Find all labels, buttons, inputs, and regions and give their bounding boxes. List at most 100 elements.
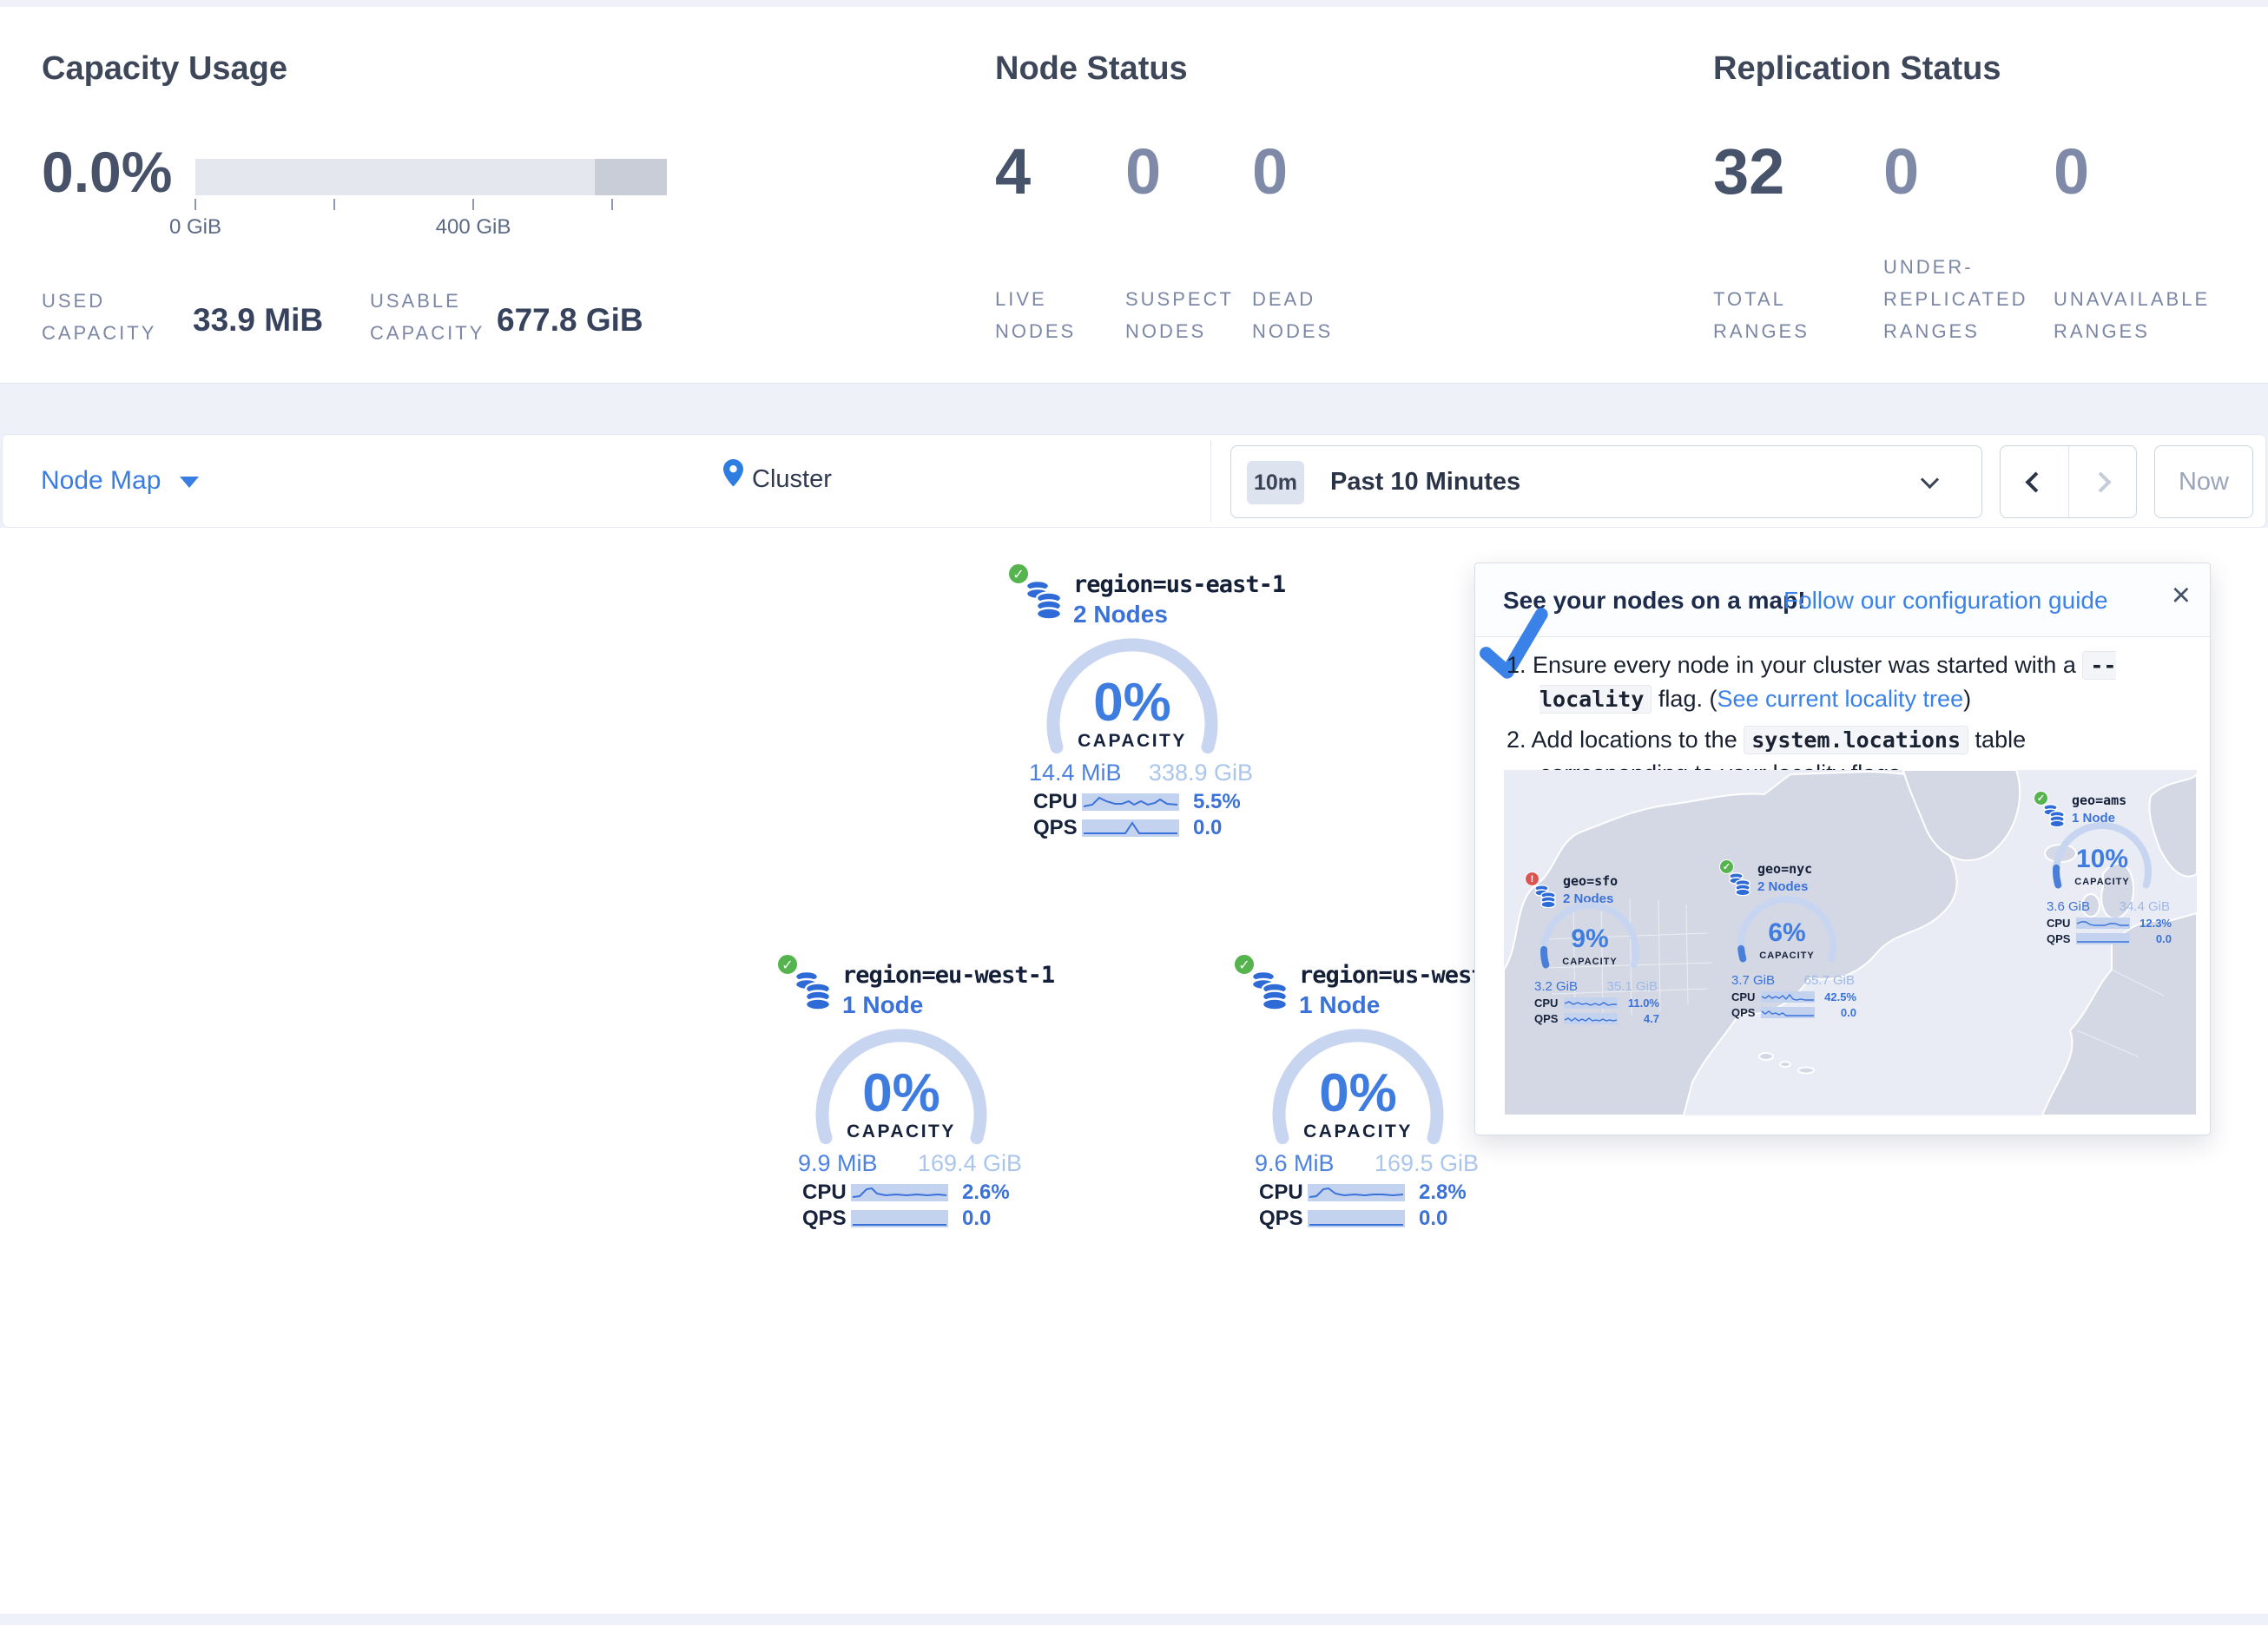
map-node-name: geo=ams bbox=[2072, 793, 2126, 808]
time-next-button[interactable] bbox=[2068, 446, 2137, 517]
qps-sparkline bbox=[851, 1210, 948, 1227]
capacity-used-value: 14.4 MiB bbox=[1029, 760, 1122, 786]
capacity-total-value: 35.1 GiB bbox=[1607, 979, 1658, 994]
region-card-us-west-1[interactable]: ✓ region=us-west-1 1 Node 0% CAPACITY 9.… bbox=[1226, 951, 1495, 1247]
configuration-guide-link[interactable]: Follow our configuration guide bbox=[1783, 587, 2108, 615]
capacity-label: CAPACITY bbox=[2046, 877, 2159, 887]
view-mode-select[interactable]: Node Map bbox=[41, 466, 161, 496]
view-toolbar: Node Map Cluster 10m Past 10 Minutes Now bbox=[2, 434, 2266, 528]
cpu-value: 42.5% bbox=[1824, 990, 1856, 1003]
cpu-label: CPU bbox=[1731, 990, 1761, 1003]
cpu-value: 5.5% bbox=[1193, 790, 1241, 814]
cpu-sparkline bbox=[2076, 918, 2130, 929]
capacity-percent: 9% bbox=[1533, 924, 1646, 954]
region-name: region=us-east-1 bbox=[1073, 571, 1285, 598]
setup-step-1: 1. Ensure every node in your cluster was… bbox=[1507, 648, 2168, 716]
location-pin-icon bbox=[723, 459, 743, 487]
step-text: Ensure every node in your cluster was st… bbox=[1533, 652, 2082, 678]
cpu-sparkline bbox=[1082, 793, 1179, 811]
cpu-sparkline bbox=[851, 1184, 948, 1201]
map-node-name: geo=nyc bbox=[1757, 861, 1812, 877]
capacity-used-value: 9.6 MiB bbox=[1255, 1150, 1335, 1177]
map-node-name: geo=sfo bbox=[1563, 873, 1618, 889]
time-range-label: Past 10 Minutes bbox=[1330, 468, 1520, 497]
unavailable-count: 0 bbox=[2054, 137, 2089, 207]
cpu-value: 12.3% bbox=[2139, 917, 2172, 930]
capacity-total-value: 169.5 GiB bbox=[1375, 1150, 1479, 1177]
time-pager bbox=[2000, 445, 2137, 518]
capacity-usage-bar bbox=[195, 159, 667, 195]
under-replicated-label: UNDER-REPLICATED RANGES bbox=[1883, 251, 2057, 347]
step-number: 1. bbox=[1507, 652, 1526, 678]
step-text: ) bbox=[1963, 686, 1971, 712]
chevron-right-icon bbox=[2090, 471, 2111, 492]
qps-sparkline bbox=[1564, 1013, 1618, 1024]
time-range-select[interactable]: 10m Past 10 Minutes bbox=[1230, 445, 1982, 518]
region-card-us-east-1[interactable]: ✓ region=us-east-1 2 Nodes 0% CAPACITY 1… bbox=[1000, 561, 1269, 856]
qps-label: QPS bbox=[2047, 932, 2076, 945]
usable-capacity-value: 677.8 GiB bbox=[497, 302, 643, 339]
now-button[interactable]: Now bbox=[2154, 445, 2253, 518]
cpu-label: CPU bbox=[802, 1181, 851, 1205]
qps-value: 0.0 bbox=[1419, 1207, 1447, 1231]
capacity-total-value: 338.9 GiB bbox=[1149, 760, 1253, 786]
step-text: flag. ( bbox=[1652, 686, 1717, 712]
live-nodes-label: LIVE NODES bbox=[995, 283, 1082, 347]
live-nodes-count: 4 bbox=[995, 137, 1031, 207]
capacity-percent: 0% bbox=[1028, 672, 1236, 734]
qps-value: 0.0 bbox=[2156, 932, 2172, 945]
popup-header: See your nodes on a map! Follow our conf… bbox=[1475, 563, 2210, 637]
capacity-percent: 10% bbox=[2046, 845, 2159, 874]
toolbar-divider bbox=[1210, 440, 1211, 522]
unavailable-label: UNAVAILABLE RANGES bbox=[2054, 283, 2240, 347]
capacity-label: CAPACITY bbox=[1533, 957, 1646, 967]
capacity-axis-tick bbox=[333, 199, 335, 210]
qps-label: QPS bbox=[802, 1207, 851, 1231]
cpu-sparkline bbox=[1761, 991, 1815, 1003]
time-prev-button[interactable] bbox=[2001, 446, 2068, 517]
breadcrumb-cluster-label: Cluster bbox=[752, 465, 832, 494]
qps-value: 0.0 bbox=[1193, 816, 1222, 840]
chevron-down-icon bbox=[1921, 470, 1939, 489]
cpu-sparkline bbox=[1308, 1184, 1405, 1201]
capacity-used-value: 3.2 GiB bbox=[1534, 979, 1578, 994]
suspect-nodes-count: 0 bbox=[1125, 137, 1161, 207]
dead-nodes-count: 0 bbox=[1252, 137, 1288, 207]
qps-sparkline bbox=[2076, 933, 2130, 944]
cluster-summary-bar: Capacity Usage 0.0% 0 GiB 400 GiB USED C… bbox=[0, 7, 2268, 384]
cpu-label: CPU bbox=[1033, 790, 1082, 814]
qps-value: 0.0 bbox=[1841, 1006, 1856, 1019]
chevron-down-icon bbox=[180, 477, 199, 488]
cpu-sparkline bbox=[1564, 997, 1618, 1009]
under-replicated-count: 0 bbox=[1883, 137, 1919, 207]
suspect-nodes-label: SUSPECT NODES bbox=[1125, 283, 1243, 347]
capacity-axis-tick bbox=[472, 199, 474, 210]
used-capacity-value: 33.9 MiB bbox=[193, 302, 323, 339]
cpu-label: CPU bbox=[1259, 1181, 1308, 1205]
qps-sparkline bbox=[1308, 1210, 1405, 1227]
total-ranges-label: TOTAL RANGES bbox=[1713, 283, 1835, 347]
qps-label: QPS bbox=[1731, 1006, 1761, 1019]
qps-label: QPS bbox=[1033, 816, 1082, 840]
close-icon[interactable]: × bbox=[2172, 579, 2191, 612]
capacity-label: CAPACITY bbox=[1028, 731, 1236, 752]
capacity-used-value: 3.6 GiB bbox=[2047, 899, 2090, 914]
capacity-usage-percent: 0.0% bbox=[42, 139, 172, 205]
cpu-value: 11.0% bbox=[1628, 997, 1659, 1010]
capacity-total-value: 169.4 GiB bbox=[918, 1150, 1022, 1177]
capacity-percent: 6% bbox=[1731, 918, 1843, 948]
capacity-axis-label-mid: 400 GiB bbox=[436, 215, 511, 240]
dead-nodes-label: DEAD NODES bbox=[1252, 283, 1348, 347]
capacity-axis-label-start: 0 GiB bbox=[169, 215, 221, 240]
step-text: Add locations to the bbox=[1532, 727, 1744, 753]
region-card-eu-west-1[interactable]: ✓ region=eu-west-1 1 Node 0% CAPACITY 9.… bbox=[769, 951, 1038, 1247]
qps-sparkline bbox=[1082, 819, 1179, 837]
locality-tree-link[interactable]: See current locality tree bbox=[1717, 686, 1963, 712]
qps-label: QPS bbox=[1534, 1012, 1564, 1025]
node-map-preview: ! geo=sfo 2 Nodes 9% CAPACITY bbox=[1504, 770, 2197, 1115]
qps-value: 4.7 bbox=[1644, 1012, 1659, 1025]
database-icon bbox=[1023, 578, 1063, 620]
capacity-total-value: 34.4 GiB bbox=[2120, 899, 2170, 914]
capacity-percent: 0% bbox=[1254, 1062, 1462, 1124]
cpu-value: 2.6% bbox=[962, 1181, 1010, 1205]
